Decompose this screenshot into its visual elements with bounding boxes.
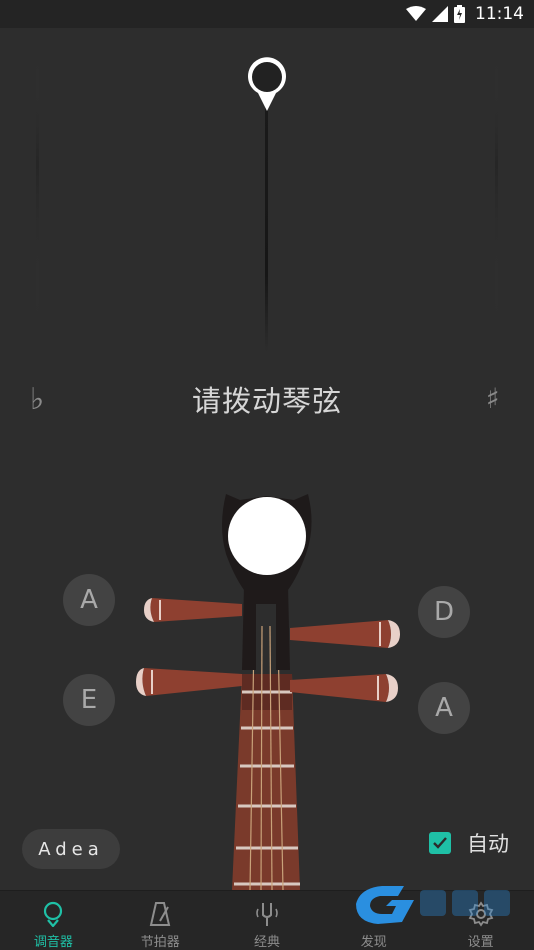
auto-label: 自动 <box>467 832 509 856</box>
string-button-right-bottom[interactable]: A <box>418 682 470 734</box>
nav-item-settings[interactable]: 设置 <box>427 891 534 950</box>
nav-item-tuner[interactable]: 调音器 <box>0 891 107 950</box>
auto-checkbox[interactable] <box>429 832 451 854</box>
nav-item-classic[interactable]: 经典 <box>214 891 321 950</box>
string-button-left-bottom[interactable]: E <box>63 674 115 726</box>
nav-item-discover[interactable]: 发现 <box>320 891 427 950</box>
sharp-sign: ♯ <box>486 382 500 415</box>
discover-icon <box>359 899 389 929</box>
metronome-icon <box>145 899 175 929</box>
nav-label: 调音器 <box>33 935 73 950</box>
nav-label: 节拍器 <box>140 935 180 950</box>
pitch-indicator-pin-icon <box>248 57 286 111</box>
check-icon <box>433 837 447 849</box>
tuner-prompt: 请拨动琴弦 <box>191 384 342 418</box>
auto-toggle[interactable]: 自动 <box>429 828 509 858</box>
string-button-left-top[interactable]: A <box>63 574 115 626</box>
pin-icon <box>38 899 68 929</box>
status-time: 11:14 <box>475 4 524 24</box>
bottom-nav: 调音器 节拍器 经典 发现 设置 <box>0 890 534 950</box>
nav-label: 设置 <box>467 935 494 950</box>
tuning-needle <box>265 96 268 352</box>
gear-icon <box>466 899 496 929</box>
nav-label: 经典 <box>253 935 280 950</box>
wifi-icon <box>406 6 426 21</box>
signal-icon <box>432 6 448 22</box>
tuning-selector-button[interactable]: Adea <box>22 829 120 869</box>
nav-item-metronome[interactable]: 节拍器 <box>107 891 214 950</box>
battery-icon <box>454 5 465 23</box>
status-icons: 11:14 <box>406 3 524 25</box>
tuning-fork-icon <box>252 899 282 929</box>
pipa-headstock-illustration <box>136 494 400 890</box>
status-bar: 11:14 <box>0 0 534 28</box>
string-button-right-top[interactable]: D <box>418 586 470 638</box>
nav-label: 发现 <box>360 935 387 950</box>
